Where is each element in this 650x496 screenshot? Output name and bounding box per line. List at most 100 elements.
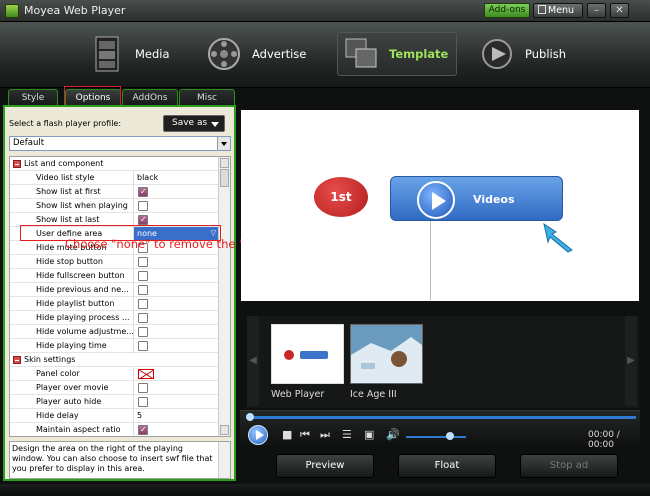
toolbar-media[interactable]: Media [88, 32, 170, 76]
volume-icon[interactable]: 🔊 [386, 428, 400, 441]
checkbox[interactable] [138, 299, 148, 309]
preview-button[interactable]: Preview [276, 454, 374, 478]
grid-row[interactable]: Hide playing process ... [10, 311, 219, 325]
tab-style[interactable]: Style [8, 89, 58, 106]
play-button[interactable] [248, 425, 268, 445]
scroll-up-arrow[interactable] [220, 158, 229, 168]
grid-row[interactable]: Player over movie [10, 381, 219, 395]
toolbar-template[interactable]: Template [337, 32, 458, 76]
fullscreen-icon[interactable]: ▣ [364, 428, 374, 441]
chevron-down-icon[interactable] [217, 137, 230, 150]
grid-value-text: black [137, 173, 159, 182]
profile-select[interactable]: Default [9, 136, 231, 151]
menu-button[interactable]: Menu [533, 3, 583, 18]
grid-row-value[interactable] [133, 395, 219, 409]
grid-row-value[interactable] [133, 185, 219, 199]
stop-icon[interactable]: ■ [282, 428, 292, 441]
progress-knob[interactable] [246, 413, 254, 421]
volume-slider[interactable] [406, 436, 466, 438]
grid-row[interactable]: Hide stop button [10, 255, 219, 269]
checkbox[interactable] [138, 313, 148, 323]
grid-row-name: Player auto hide [36, 397, 102, 406]
checkbox[interactable] [138, 423, 148, 436]
grid-row-value[interactable] [133, 381, 219, 395]
grid-row-value[interactable] [133, 339, 219, 353]
checkbox[interactable] [138, 285, 148, 295]
strip-left-arrow[interactable]: ◀ [247, 316, 259, 406]
main-toolbar: Media Advertise Template Publish [0, 22, 650, 88]
grid-row-value[interactable] [133, 311, 219, 325]
checkbox[interactable] [138, 201, 148, 211]
menu-label: Menu [548, 5, 575, 16]
checkbox[interactable] [138, 257, 148, 267]
stop-ad-button[interactable]: Stop ad [520, 454, 618, 478]
toolbar-advertise[interactable]: Advertise [205, 32, 306, 76]
checkbox[interactable] [138, 213, 148, 226]
toolbar-publish[interactable]: Publish [478, 32, 566, 76]
volume-knob[interactable] [446, 432, 454, 440]
next-icon[interactable]: ⏭ [320, 428, 330, 442]
ice-age-thumb-image [351, 325, 422, 383]
grid-row-value[interactable] [133, 283, 219, 297]
checkbox[interactable] [138, 383, 148, 393]
grid-row[interactable]: Hide fullscreen button [10, 269, 219, 283]
strip-right-arrow[interactable]: ▶ [625, 316, 637, 406]
grid-row[interactable]: Hide previous and ne... [10, 283, 219, 297]
description-scrollbar[interactable] [218, 442, 230, 478]
grid-row-value[interactable] [133, 269, 219, 283]
addons-button[interactable]: Add-ons [484, 3, 530, 18]
grid-row-name: Hide playlist button [36, 299, 115, 308]
close-button[interactable]: ✕ [610, 3, 629, 18]
grid-row-value[interactable] [133, 297, 219, 311]
grid-row-name: Hide delay [36, 411, 79, 420]
grid-row-value[interactable] [133, 325, 219, 339]
thumbnail-web-player[interactable] [271, 324, 344, 384]
grid-row-name: Skin settings [24, 355, 76, 364]
grid-row[interactable]: Maintain aspect ratio [10, 423, 219, 436]
grid-section[interactable]: Skin settings [10, 353, 219, 367]
grid-row-value[interactable] [133, 255, 219, 269]
tab-addons[interactable]: AddOns [122, 89, 178, 106]
tab-misc[interactable]: Misc [179, 89, 235, 106]
collapse-icon[interactable] [13, 160, 21, 168]
grid-row[interactable]: Hide volume adjustme... [10, 325, 219, 339]
checkbox[interactable] [138, 185, 148, 198]
grid-row[interactable]: Player auto hide [10, 395, 219, 409]
grid-section[interactable]: List and component [10, 157, 219, 171]
grid-scrollbar[interactable] [218, 157, 230, 436]
grid-row-value[interactable] [133, 423, 219, 436]
grid-row[interactable]: Show list at first [10, 185, 219, 199]
property-grid: List and component Video list style black S… [9, 156, 231, 437]
toolbar-media-label: Media [135, 47, 170, 61]
reel-icon [208, 38, 240, 70]
grid-row-name: Player over movie [36, 383, 109, 392]
scroll-thumb[interactable] [220, 169, 229, 187]
previous-icon[interactable]: ⏮ [300, 428, 310, 442]
grid-row[interactable]: Hide playing time [10, 339, 219, 353]
progress-bar[interactable] [246, 413, 636, 421]
save-as-button[interactable]: Save as [163, 115, 225, 132]
collapse-icon[interactable] [13, 356, 21, 364]
playlist-icon[interactable]: ☰ [342, 428, 352, 441]
grid-row-value[interactable] [133, 199, 219, 213]
checkbox[interactable] [138, 327, 148, 337]
checkbox[interactable] [138, 341, 148, 351]
grid-row-value[interactable]: black [133, 171, 219, 185]
grid-row[interactable]: Video list style black [10, 171, 219, 185]
connector-line [430, 220, 431, 300]
grid-row[interactable]: Hide delay 5 [10, 409, 219, 423]
minimize-button[interactable]: – [587, 3, 606, 18]
grid-row-value[interactable] [133, 367, 219, 381]
grid-row[interactable]: Show list when playing [10, 199, 219, 213]
scroll-down-arrow[interactable] [220, 425, 229, 435]
grid-row[interactable]: Panel color [10, 367, 219, 381]
grid-row-name: Show list when playing [36, 201, 128, 210]
checkbox[interactable] [138, 271, 148, 281]
grid-row[interactable]: Hide playlist button [10, 297, 219, 311]
float-button[interactable]: Float [398, 454, 496, 478]
template-thumbnail-strip: ◀ ▶ Web Player Ice Age III [247, 316, 639, 408]
thumbnail-ice-age[interactable] [350, 324, 423, 384]
checkbox[interactable] [138, 397, 148, 407]
grid-row-value[interactable]: 5 [133, 409, 219, 423]
color-swatch[interactable] [138, 369, 154, 379]
